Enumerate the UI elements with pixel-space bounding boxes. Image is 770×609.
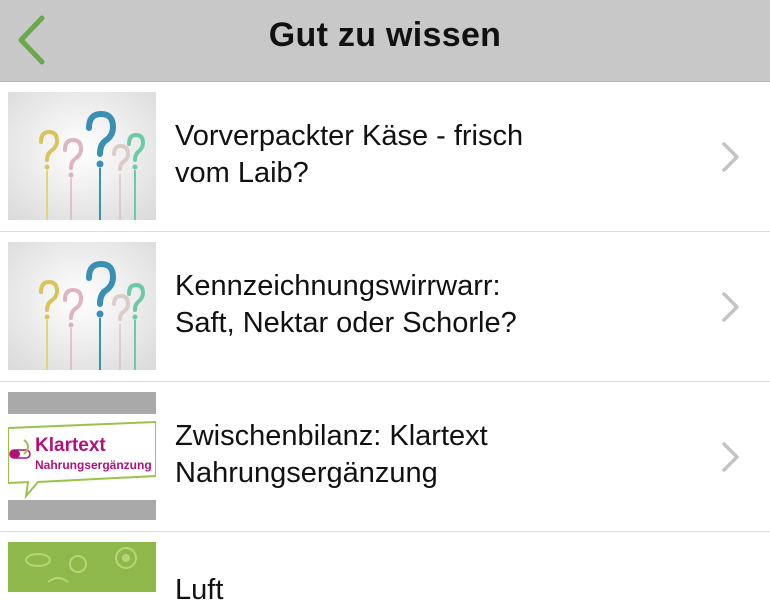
list-item[interactable]: Kennzeichnungswirrwarr: Saft, Nektar ode… [0, 232, 770, 382]
question-marks-thumbnail [8, 242, 156, 370]
article-list: Vorverpackter Käse - frisch vom Laib? Ke… [0, 82, 770, 606]
klartext-logo-thumbnail: Klartext Nahrungsergänzung [8, 392, 156, 520]
article-title: Zwischenbilanz: Klartext Nahrungsergänzu… [175, 420, 488, 489]
navigation-bar: Gut zu wissen [0, 0, 770, 82]
article-title: Vorverpackter Käse - frisch vom Laib? [175, 120, 524, 189]
list-item[interactable]: Klartext Nahrungsergänzung Zwischenbilan… [0, 382, 770, 532]
chevron-right-icon [722, 442, 739, 472]
chevron-right-icon [722, 142, 739, 172]
question-marks-thumbnail [8, 92, 156, 220]
green-food-thumbnail [8, 542, 156, 592]
page-title: Gut zu wissen [268, 16, 502, 54]
list-item[interactable]: Luft [0, 532, 770, 606]
list-item[interactable]: Vorverpackter Käse - frisch vom Laib? [0, 82, 770, 232]
klartext-logo-subtext: Nahrungsergänzung [35, 458, 152, 472]
article-title: Kennzeichnungswirrwarr: Saft, Nektar ode… [175, 270, 517, 339]
chevron-right-icon [722, 292, 739, 322]
klartext-logo-text: Klartext [35, 435, 106, 456]
